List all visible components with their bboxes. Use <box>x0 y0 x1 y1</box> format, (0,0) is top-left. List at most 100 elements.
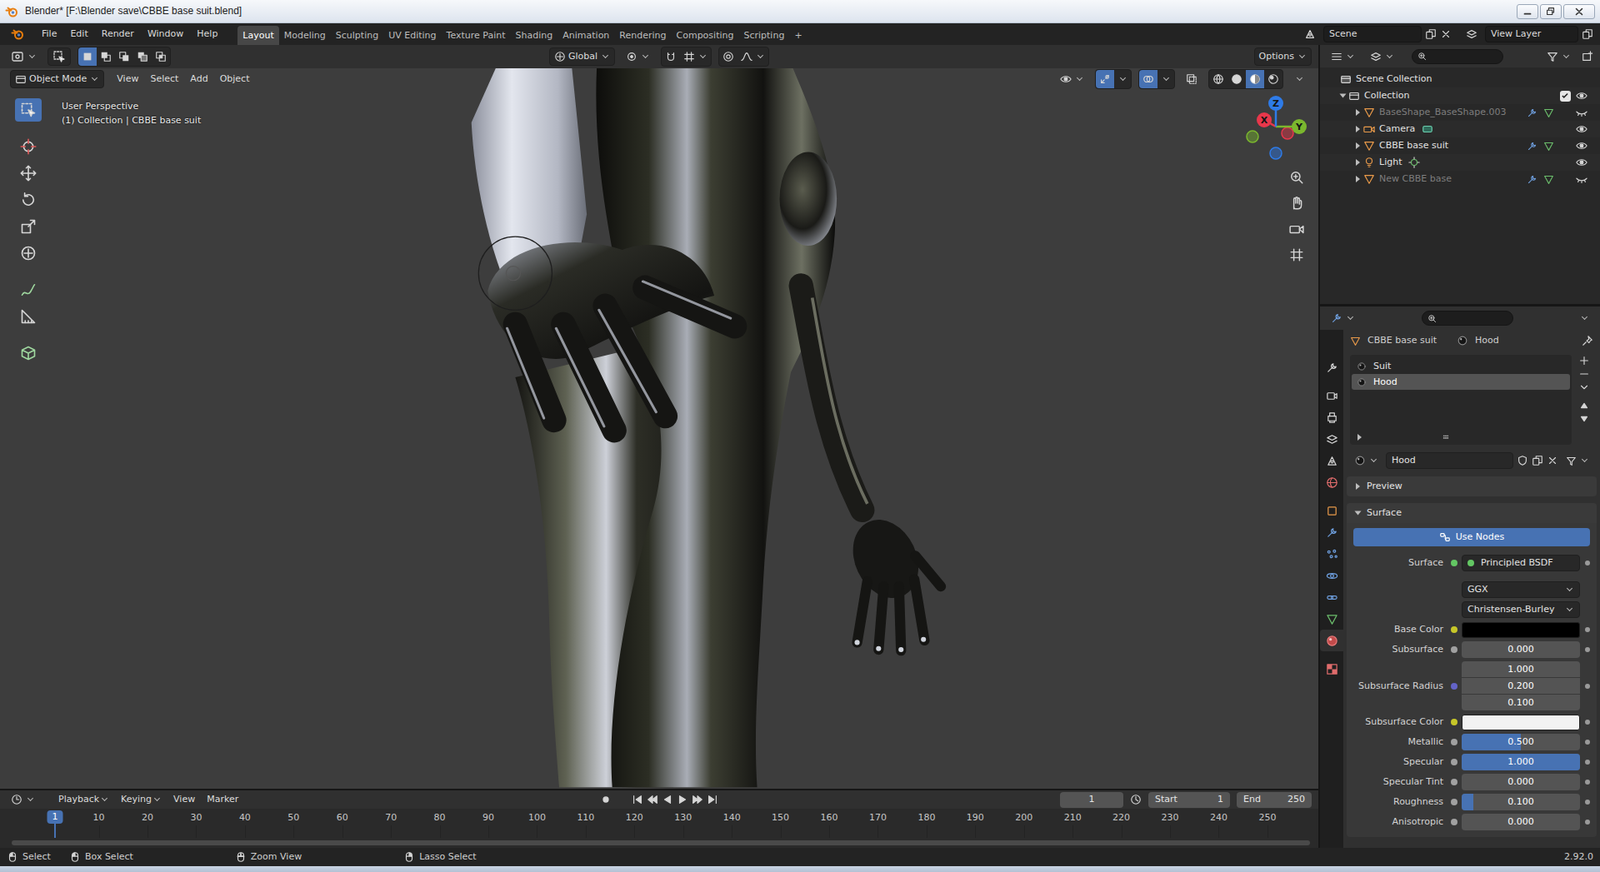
shading-button[interactable] <box>1245 70 1265 89</box>
close-icon[interactable] <box>1563 4 1595 20</box>
negative-axis[interactable] <box>1246 130 1259 143</box>
vector-component[interactable]: 0.200 <box>1461 678 1580 695</box>
value-slider[interactable]: 0.000 <box>1461 774 1580 791</box>
timeline-menu[interactable]: Marker <box>200 791 245 808</box>
menu-item[interactable]: Help <box>190 25 225 42</box>
tool-button[interactable] <box>15 305 42 329</box>
socket-dot[interactable] <box>1450 719 1458 726</box>
link-dropdown[interactable] <box>1561 451 1594 470</box>
select-mode-button[interactable] <box>151 47 170 66</box>
menu-item[interactable]: Window <box>140 25 190 42</box>
pin-icon[interactable] <box>1581 335 1594 347</box>
playhead[interactable]: 1 <box>47 810 64 825</box>
minimize-icon[interactable] <box>1516 4 1539 20</box>
value-slider[interactable]: 0.100 <box>1461 794 1580 811</box>
snap-target[interactable] <box>680 47 711 66</box>
navigation-gizmo[interactable]: XYZ <box>1223 78 1315 170</box>
enum-dropdown[interactable]: Christensen-Burley <box>1461 601 1580 619</box>
timeline-scrollbar[interactable] <box>11 840 1310 846</box>
shading-options[interactable] <box>1290 70 1309 89</box>
vector-component[interactable]: 0.100 <box>1461 695 1580 711</box>
properties-tab[interactable] <box>1320 356 1344 379</box>
select-mode-button[interactable] <box>78 47 97 66</box>
filter-expand-arrow[interactable] <box>1357 434 1362 441</box>
vector-component[interactable]: 1.000 <box>1461 661 1580 678</box>
gizmo-axes[interactable]: XYZ <box>1223 78 1315 170</box>
view-layer-browse[interactable] <box>1461 25 1482 44</box>
tool-button[interactable] <box>15 161 42 185</box>
tool-button[interactable] <box>15 241 42 265</box>
timeline-body[interactable]: 1020304050607080901001101201301401501601… <box>0 809 1319 849</box>
nav-button[interactable] <box>1284 218 1310 240</box>
options-dropdown[interactable] <box>1575 309 1594 328</box>
material-slot[interactable]: Hood <box>1351 374 1570 390</box>
move-down-icon[interactable] <box>1578 413 1590 425</box>
scene-field[interactable]: Scene <box>1323 25 1422 42</box>
axis-ball[interactable] <box>1268 95 1284 111</box>
falloff-dropdown[interactable] <box>737 47 769 66</box>
workspace-tab[interactable]: Rendering <box>614 25 671 45</box>
shading-button[interactable] <box>1227 70 1246 89</box>
socket-dot[interactable] <box>1450 683 1458 690</box>
viewport-menu[interactable]: Select <box>144 70 185 87</box>
mesh-data-icon[interactable] <box>1543 174 1555 185</box>
visibility-toggle[interactable] <box>1573 121 1590 137</box>
socket-dot[interactable] <box>1450 779 1458 786</box>
select-mode-button[interactable] <box>133 47 152 66</box>
duplicate-icon[interactable] <box>1531 455 1544 467</box>
menu-item[interactable]: Edit <box>63 25 95 42</box>
socket-dot[interactable] <box>1450 819 1458 826</box>
expand-arrow[interactable] <box>1355 142 1360 150</box>
overlay-dropdown[interactable] <box>1157 70 1175 89</box>
visibility-toggle[interactable] <box>1573 155 1590 170</box>
properties-tab[interactable] <box>1320 630 1344 652</box>
outliner-row[interactable]: Light <box>1320 154 1600 171</box>
keyframe-dot[interactable] <box>1585 820 1590 825</box>
keyframe-dot[interactable] <box>1585 647 1590 653</box>
visibility-toggle[interactable] <box>1573 105 1590 120</box>
active-tool-button[interactable] <box>47 47 71 66</box>
nav-button[interactable] <box>1284 166 1310 189</box>
shading-button[interactable] <box>1209 70 1228 89</box>
socket-dot[interactable] <box>1450 739 1458 746</box>
gizmo-toggle[interactable] <box>1095 70 1115 89</box>
tool-button[interactable] <box>15 215 42 239</box>
workspace-tab[interactable]: Modeling <box>279 25 331 45</box>
properties-search[interactable] <box>1421 310 1514 326</box>
gizmo-dropdown[interactable] <box>1114 70 1131 89</box>
scene-browse[interactable] <box>1300 25 1320 44</box>
properties-tab[interactable] <box>1320 658 1344 680</box>
tool-button[interactable] <box>15 98 42 122</box>
outliner-row[interactable]: New CBBE base <box>1320 170 1600 188</box>
value-slider[interactable]: 1.000 <box>1461 754 1580 771</box>
outliner-row[interactable]: BaseShape_BaseShape.003 <box>1320 104 1600 121</box>
expand-arrow[interactable] <box>1340 94 1347 99</box>
copy-icon[interactable] <box>1425 28 1437 40</box>
select-mode-button[interactable] <box>96 47 115 66</box>
tool-button[interactable] <box>15 135 42 159</box>
pivot-dropdown[interactable] <box>621 47 655 66</box>
remove-slot-icon[interactable] <box>1578 368 1590 380</box>
workspace-tab[interactable]: Scripting <box>738 25 790 45</box>
wrench-icon[interactable] <box>1526 107 1538 119</box>
properties-tab[interactable] <box>1320 608 1344 630</box>
editor-type-button[interactable] <box>1326 309 1360 328</box>
panel-header[interactable]: Surface <box>1346 503 1597 524</box>
properties-tab[interactable] <box>1320 471 1344 494</box>
properties-tab[interactable] <box>1320 565 1344 587</box>
properties-tab[interactable] <box>1320 543 1344 565</box>
end-frame-field[interactable]: End250 <box>1236 792 1312 809</box>
3d-viewport[interactable]: Object ModeViewSelectAddObjectUser Persp… <box>0 68 1319 790</box>
timeline-menu[interactable]: Playback <box>52 791 115 808</box>
current-frame-field[interactable]: 1 <box>1060 792 1124 809</box>
editor-type-button[interactable] <box>1326 47 1360 66</box>
timeline-menu[interactable]: View <box>167 791 201 808</box>
keyframe-dot[interactable] <box>1585 627 1590 633</box>
view-layer-field[interactable]: View Layer <box>1485 25 1579 42</box>
keyframe-dot[interactable] <box>1585 780 1590 785</box>
workspace-tab[interactable]: Shading <box>510 25 559 45</box>
outliner-search[interactable] <box>1411 49 1504 65</box>
clock-icon[interactable] <box>1130 794 1142 806</box>
proportional-toggle[interactable] <box>719 47 738 66</box>
exclude-checkbox[interactable] <box>1560 90 1571 102</box>
